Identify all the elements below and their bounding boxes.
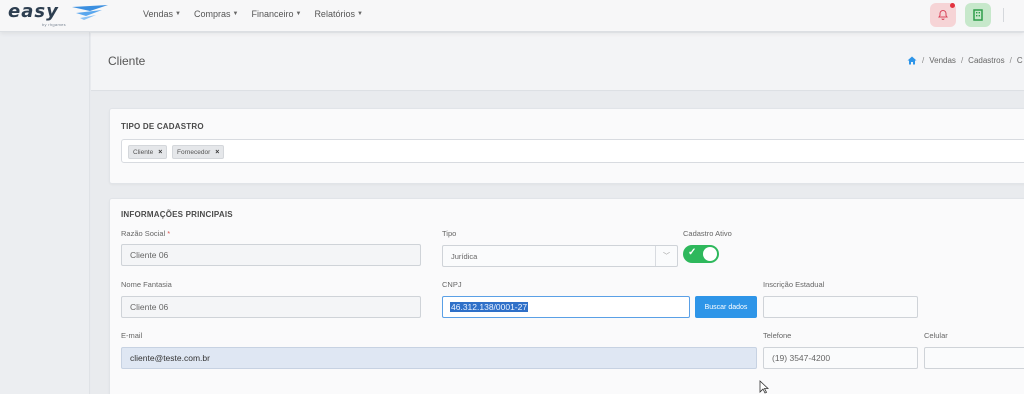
breadcrumb-cadastros[interactable]: Cadastros: [968, 56, 1004, 65]
tipo-label: Tipo: [442, 229, 457, 238]
tipo-cadastro-multiselect[interactable]: Cliente × Fornecedor ×: [121, 139, 1024, 163]
telefone-label: Telefone: [763, 331, 792, 340]
logo-wing-icon: [72, 5, 108, 20]
page-header: Cliente / Vendas / Cadastros / C: [91, 33, 1024, 91]
nome-fantasia-input[interactable]: Cliente 06: [121, 296, 421, 318]
menu-label: Compras: [193, 9, 231, 19]
logo-text: easy: [8, 1, 59, 22]
breadcrumb-current: C: [1016, 56, 1023, 65]
cnpj-value: 46.312.138/0001-27: [450, 302, 529, 312]
main-menu: Vendas ▼ Compras ▼ Financeiro ▼ Relatórios ▼: [143, 9, 363, 19]
chevron-down-icon: ﹀: [655, 246, 677, 266]
nome-fantasia-label: Nome Fantasia: [121, 280, 172, 289]
menu-compras[interactable]: Compras ▼: [194, 9, 238, 19]
logo-subtext: by rhgames: [42, 22, 66, 27]
chevron-down-icon: ▼: [232, 11, 239, 17]
chevron-down-icon: ▼: [295, 11, 302, 17]
toggle-knob: [703, 247, 717, 261]
razao-social-input[interactable]: Cliente 06: [121, 244, 421, 266]
section-title: TIPO DE CADASTRO: [121, 122, 204, 131]
tag-label: Cliente: [133, 148, 154, 156]
navbar-divider: [1003, 8, 1004, 22]
section-title: INFORMAÇÕES PRINCIPAIS: [121, 210, 233, 219]
informacoes-principais-card: INFORMAÇÕES PRINCIPAIS Razão Social * Cl…: [109, 198, 1024, 394]
breadcrumb-separator: /: [922, 56, 925, 65]
cnpj-label: CNPJ: [442, 280, 462, 289]
telefone-value: (19) 3547-4200: [772, 353, 831, 363]
notification-dot: [950, 3, 955, 8]
email-input[interactable]: cliente@teste.com.br: [121, 347, 757, 369]
inscricao-estadual-input[interactable]: [763, 296, 918, 318]
bell-icon: [938, 9, 948, 20]
chevron-down-icon: ▼: [356, 11, 363, 17]
breadcrumb-vendas[interactable]: Vendas: [929, 56, 956, 65]
cnpj-input[interactable]: 46.312.138/0001-27: [442, 296, 690, 318]
tipo-select[interactable]: Jurídica ﹀: [442, 245, 678, 267]
tag-fornecedor: Fornecedor ×: [172, 145, 225, 159]
notifications-button[interactable]: [930, 3, 956, 27]
page-title: Cliente: [108, 54, 146, 68]
celular-input[interactable]: [924, 347, 1024, 369]
company-button[interactable]: [965, 3, 991, 27]
menu-relatorios[interactable]: Relatórios ▼: [314, 9, 362, 19]
mouse-cursor-icon: [759, 380, 769, 394]
chevron-down-icon: ▼: [175, 11, 181, 17]
breadcrumb: / Vendas / Cadastros / C: [907, 56, 1023, 65]
razao-social-value: Cliente 06: [130, 250, 169, 260]
cadastro-ativo-label: Cadastro Ativo: [683, 229, 732, 238]
cadastro-ativo-toggle[interactable]: ✓: [683, 245, 719, 263]
breadcrumb-separator: /: [1009, 56, 1012, 65]
buscar-dados-button[interactable]: Buscar dados: [695, 296, 757, 318]
email-label: E-mail: [121, 331, 143, 340]
tipo-value: Jurídica: [451, 251, 478, 261]
brand-logo[interactable]: easy by rhgames: [8, 1, 108, 29]
left-sidebar: [0, 32, 90, 394]
menu-label: Relatórios: [314, 9, 355, 19]
email-value: cliente@teste.com.br: [130, 353, 210, 363]
tag-label: Fornecedor: [177, 148, 211, 156]
remove-tag-icon[interactable]: ×: [158, 149, 162, 156]
check-icon: ✓: [688, 247, 697, 258]
menu-vendas[interactable]: Vendas ▼: [143, 9, 181, 19]
inscricao-estadual-label: Inscrição Estadual: [763, 280, 825, 289]
razao-social-label: Razão Social *: [121, 229, 170, 238]
building-icon: [973, 9, 983, 21]
nome-fantasia-value: Cliente 06: [130, 302, 169, 312]
tag-cliente: Cliente ×: [128, 145, 168, 159]
remove-tag-icon[interactable]: ×: [215, 149, 219, 156]
celular-label: Celular: [924, 331, 948, 340]
breadcrumb-separator: /: [960, 56, 964, 65]
menu-label: Financeiro: [251, 9, 294, 19]
required-mark: *: [167, 229, 171, 238]
telefone-input[interactable]: (19) 3547-4200: [763, 347, 918, 369]
menu-label: Vendas: [143, 9, 174, 19]
top-navbar: easy by rhgames Vendas ▼ Compras ▼ Finance…: [0, 0, 1024, 32]
home-icon[interactable]: [907, 56, 917, 65]
menu-financeiro[interactable]: Financeiro ▼: [251, 9, 301, 19]
tipo-cadastro-card: TIPO DE CADASTRO Cliente × Fornecedor ×: [109, 108, 1024, 184]
razao-social-label-text: Razão Social: [121, 229, 166, 238]
